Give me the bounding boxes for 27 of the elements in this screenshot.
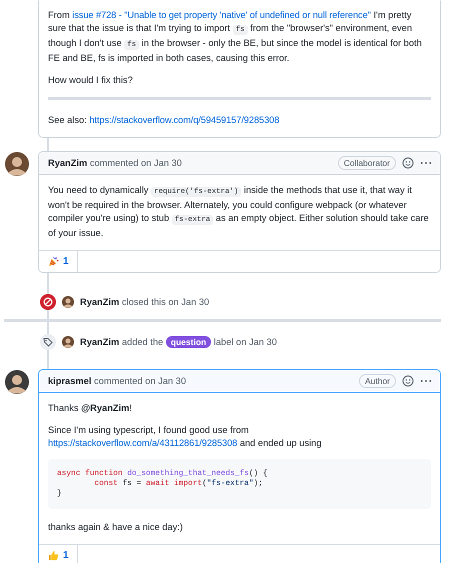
- reaction-button[interactable]: 1: [39, 545, 78, 563]
- closed-icon: [40, 294, 56, 310]
- smiley-icon[interactable]: [402, 157, 414, 169]
- role-badge: Author: [358, 374, 396, 388]
- avatar[interactable]: [62, 336, 74, 348]
- comment-text: thanks again & have a nice day:): [48, 521, 184, 534]
- link[interactable]: https://stackoverflow.com/a/43112861/9285308: [48, 438, 238, 448]
- event-text: RyanZim closed this on Jan 30: [80, 297, 210, 307]
- thumbs-up-icon: [48, 550, 59, 561]
- tag-icon: [40, 334, 56, 350]
- comment-text: Since I'm using typescript, I found good use from https://stackoverflow.com/a/43112861/9285308 and ended up using: [48, 424, 323, 450]
- avatar[interactable]: [5, 370, 29, 394]
- comment-author-line: kiprasmel commented on Jan 30: [48, 376, 187, 386]
- comment-text: Thanks @RyanZim!: [48, 402, 133, 415]
- comment-author-line: RyanZim commented on Jan 30: [48, 158, 183, 168]
- reaction-button[interactable]: 1: [39, 251, 78, 272]
- event-text: RyanZim added the question label on Jan 30: [80, 337, 277, 347]
- avatar[interactable]: [62, 296, 74, 308]
- comment-text: See also: https://stackoverflow.com/q/59459157/9285308: [48, 114, 280, 127]
- smiley-icon[interactable]: [402, 375, 414, 387]
- label-tag[interactable]: question: [166, 336, 212, 348]
- party-popper-icon: [48, 256, 59, 267]
- avatar[interactable]: [5, 152, 29, 176]
- role-badge: Collaborator: [338, 156, 396, 170]
- link[interactable]: https://stackoverflow.com/q/59459157/9285308: [89, 115, 280, 125]
- link[interactable]: issue #728 - "Unable to get property 'native' of undefined or null reference": [72, 10, 371, 20]
- comment-text: How would I fix this?: [48, 74, 134, 87]
